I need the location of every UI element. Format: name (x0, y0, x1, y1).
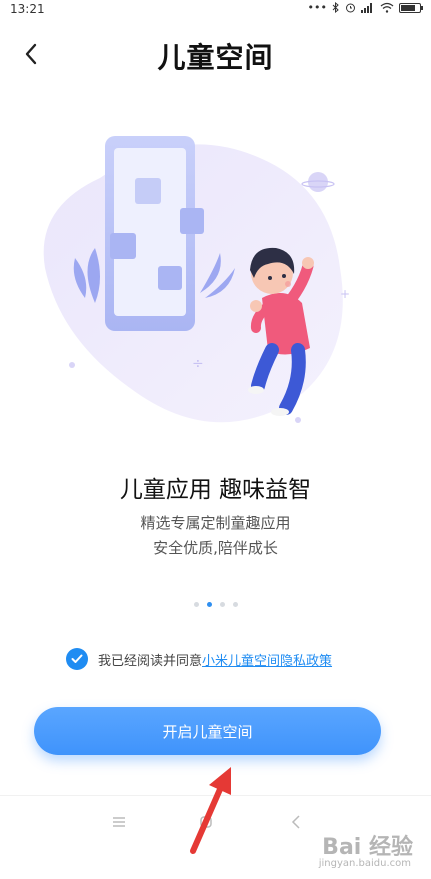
status-bar: 13:21 ••• (0, 0, 431, 20)
wifi-icon (380, 2, 394, 13)
page-dot-active[interactable] (206, 602, 212, 607)
status-time: 13:21 (10, 2, 45, 16)
more-dots-icon: ••• (307, 1, 327, 14)
watermark-url: jingyan.baidu.com (318, 858, 411, 869)
nav-menu-button[interactable] (104, 810, 134, 834)
feature-description-line1: 精选专属定制童趣应用 (140, 514, 291, 532)
svg-text:+: + (340, 287, 350, 301)
header: 儿童空间 (0, 26, 431, 82)
checkmark-icon (71, 654, 83, 663)
page-dot[interactable] (219, 602, 225, 607)
agreement-row: 我已经阅读并同意小米儿童空间隐私政策 (66, 648, 332, 670)
status-icons: ••• (307, 1, 423, 14)
bluetooth-icon (332, 2, 339, 13)
nav-back-button[interactable] (281, 810, 311, 834)
children-illustration: + ÷ (43, 136, 350, 423)
menu-icon (113, 817, 125, 827)
svg-text:÷: ÷ (192, 356, 204, 372)
agree-checkbox[interactable] (66, 648, 88, 670)
agreement-text: 我已经阅读并同意 (98, 653, 203, 669)
back-icon (291, 815, 300, 829)
annotation-arrow (190, 767, 231, 854)
page-indicator[interactable] (0, 602, 431, 607)
watermark-brand: Bai 经验 (322, 835, 413, 860)
page-dot[interactable] (193, 602, 199, 607)
signal-icon (361, 3, 372, 13)
page-title: 儿童空间 (157, 41, 274, 74)
privacy-policy-link[interactable]: 小米儿童空间隐私政策 (202, 654, 332, 669)
battery-icon (399, 2, 423, 13)
start-kids-space-button[interactable]: 开启儿童空间 (34, 707, 381, 755)
page-dot[interactable] (232, 602, 238, 607)
feature-headline: 儿童应用 趣味益智 (119, 477, 312, 503)
alarm-icon (346, 3, 355, 13)
feature-description-line2: 安全优质,陪伴成长 (153, 539, 278, 557)
